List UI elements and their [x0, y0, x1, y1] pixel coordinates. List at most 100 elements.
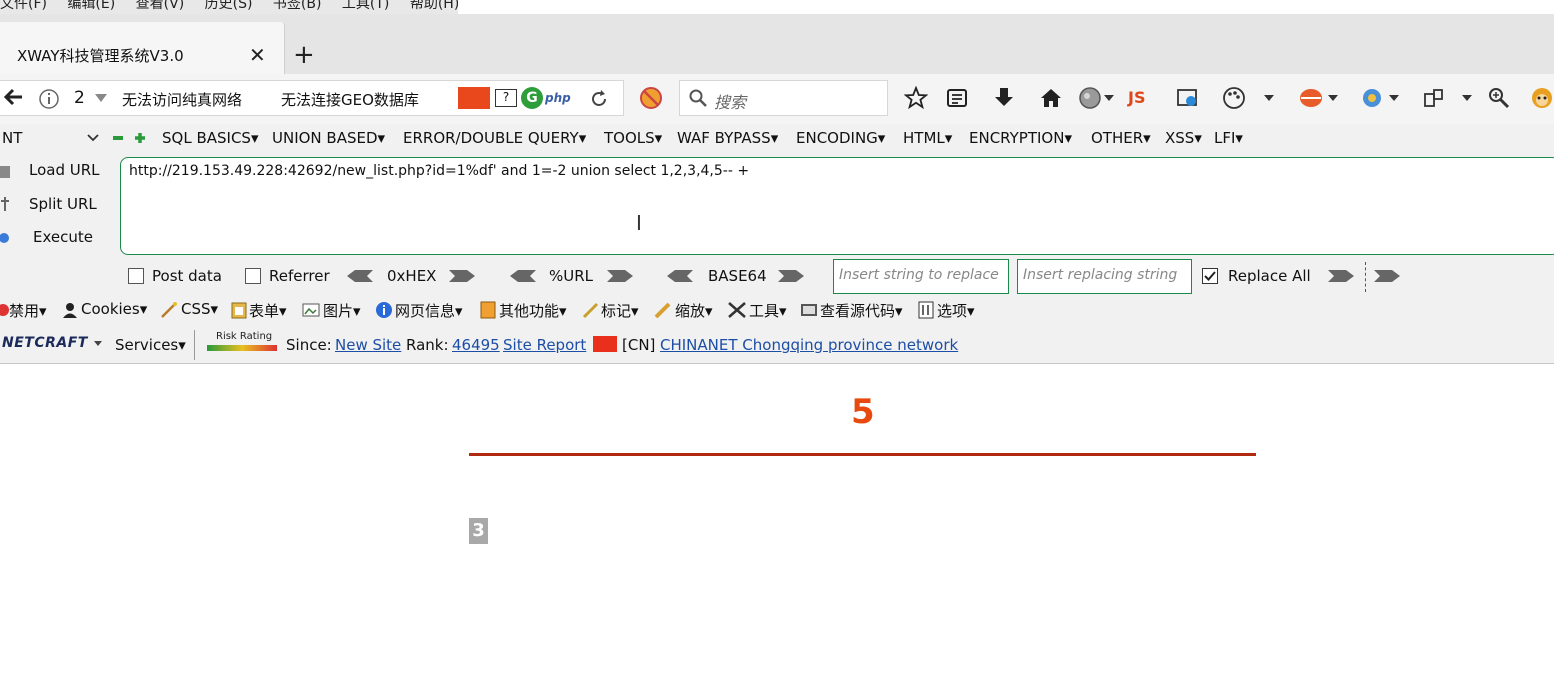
- chameleon-icon[interactable]: [1360, 86, 1386, 110]
- globe-icon[interactable]: [1078, 86, 1102, 110]
- menu-encryption[interactable]: ENCRYPTION▾: [969, 129, 1072, 147]
- url-textarea[interactable]: http://219.153.49.228:42692/new_list.php…: [120, 157, 1554, 255]
- wd-css[interactable]: CSS▾: [181, 300, 218, 318]
- image-tool-icon[interactable]: [1176, 87, 1200, 109]
- menu-edit[interactable]: 编辑(E): [67, 0, 115, 12]
- info-circle-icon: [376, 302, 392, 318]
- menu-other[interactable]: OTHER▾: [1091, 129, 1151, 147]
- dropdown-icon[interactable]: [1462, 95, 1472, 102]
- site-report-link[interactable]: Site Report: [503, 336, 586, 354]
- proxy-status-1: 无法访问纯真网络: [122, 91, 243, 109]
- info-icon[interactable]: [38, 88, 60, 110]
- base64-encode-arrow-icon[interactable]: [776, 268, 806, 284]
- menu-help[interactable]: 帮助(H): [410, 0, 458, 12]
- insert-string-input[interactable]: Insert string to replace: [833, 259, 1009, 294]
- wd-images[interactable]: 图片▾: [323, 300, 361, 321]
- wd-cookies[interactable]: Cookies▾: [81, 300, 147, 318]
- back-arrow-icon[interactable]: [2, 86, 24, 108]
- replacing-string-input[interactable]: Insert replacing string: [1017, 259, 1192, 294]
- dropdown-icon[interactable]: [94, 93, 108, 103]
- menu-waf-bypass[interactable]: WAF BYPASS▾: [677, 129, 778, 147]
- wd-outline[interactable]: 标记▾: [601, 300, 639, 321]
- menu-html[interactable]: HTML▾: [903, 129, 952, 147]
- menu-bar: 文件(F) 编辑(E) 查看(V) 历史(S) 书签(B) 工具(T) 帮助(H…: [0, 0, 458, 14]
- help-icon[interactable]: ?: [495, 89, 517, 107]
- hex-encode-arrow-icon[interactable]: [447, 268, 477, 284]
- replace-all-label: Replace All: [1228, 267, 1311, 285]
- search-input[interactable]: [679, 80, 888, 116]
- js-icon[interactable]: JS: [1128, 88, 1145, 107]
- chevron-down-icon[interactable]: [87, 134, 99, 142]
- block-icon[interactable]: [639, 86, 663, 110]
- menu-history[interactable]: 历史(S): [205, 0, 253, 12]
- menu-error-double-query[interactable]: ERROR/DOUBLE QUERY▾: [403, 129, 586, 147]
- hackbar-select[interactable]: NT: [2, 129, 22, 147]
- wd-resize[interactable]: 缩放▾: [675, 300, 713, 321]
- wd-options[interactable]: 选项▾: [937, 300, 975, 321]
- menu-tools[interactable]: TOOLS▾: [604, 129, 662, 147]
- menu-tools[interactable]: 工具(T): [342, 0, 389, 12]
- monkey-icon[interactable]: [1530, 86, 1554, 110]
- since-label: Since:: [286, 336, 332, 354]
- netcraft-logo[interactable]: NETCRAFT: [2, 335, 88, 351]
- menu-file[interactable]: 文件(F): [0, 0, 47, 12]
- firebug-icon[interactable]: [1298, 85, 1326, 111]
- menu-view[interactable]: 查看(V): [136, 0, 185, 12]
- g-icon[interactable]: G: [521, 87, 543, 109]
- plus-icon[interactable]: [134, 132, 146, 144]
- url-encode-arrow-icon[interactable]: [605, 268, 635, 284]
- reader-icon[interactable]: [946, 87, 968, 109]
- wd-page-info[interactable]: 网页信息▾: [395, 300, 463, 321]
- download-icon[interactable]: [993, 86, 1015, 110]
- source-icon: [801, 304, 817, 316]
- referrer-label: Referrer: [269, 267, 330, 285]
- star-icon[interactable]: [904, 86, 928, 110]
- result-value: 3: [469, 518, 488, 544]
- menu-sql-basics[interactable]: SQL BASICS▾: [162, 129, 258, 147]
- dropdown-icon[interactable]: [94, 341, 102, 347]
- netcraft-services[interactable]: Services▾: [115, 336, 186, 354]
- dropdown-icon[interactable]: [1104, 95, 1114, 102]
- base64-decode-arrow-icon[interactable]: [665, 268, 695, 284]
- dropdown-icon[interactable]: [1264, 95, 1274, 102]
- url-decode-arrow-icon[interactable]: [508, 268, 538, 284]
- reload-icon[interactable]: [589, 89, 609, 109]
- replace-next-arrow-icon[interactable]: [1372, 268, 1402, 284]
- replace-arrow-icon[interactable]: [1326, 268, 1356, 284]
- close-icon[interactable]: ✕: [249, 43, 266, 67]
- palette-icon[interactable]: [1222, 86, 1246, 110]
- wd-forms[interactable]: 表单▾: [249, 300, 287, 321]
- menu-encoding[interactable]: ENCODING▾: [796, 129, 885, 147]
- wd-misc[interactable]: 其他功能▾: [499, 300, 567, 321]
- hex-decode-arrow-icon[interactable]: [345, 268, 375, 284]
- user-icon: [63, 303, 77, 318]
- rank-value-link[interactable]: 46495: [452, 336, 500, 354]
- menu-union-based[interactable]: UNION BASED▾: [272, 129, 385, 147]
- replace-all-checkbox[interactable]: [1202, 268, 1218, 284]
- zoom-icon[interactable]: [1488, 87, 1510, 109]
- risk-rating-bar[interactable]: [207, 345, 277, 351]
- execute-button[interactable]: Execute: [33, 228, 93, 246]
- dropdown-icon[interactable]: [1328, 95, 1338, 102]
- dropdown-icon[interactable]: [1389, 95, 1399, 102]
- network-link[interactable]: CHINANET Chongqing province network: [660, 336, 958, 354]
- minus-icon[interactable]: [112, 132, 124, 144]
- wd-view-source[interactable]: 查看源代码▾: [820, 300, 903, 321]
- new-site-link[interactable]: New Site: [335, 336, 401, 354]
- menu-bookmarks[interactable]: 书签(B): [273, 0, 322, 12]
- php-icon[interactable]: php: [545, 91, 571, 105]
- post-data-checkbox[interactable]: [128, 268, 144, 284]
- china-flag-icon: [593, 336, 617, 352]
- split-url-button[interactable]: Split URL: [29, 195, 97, 213]
- new-tab-icon[interactable]: +: [293, 40, 315, 70]
- wd-disable[interactable]: 禁用▾: [9, 300, 47, 321]
- referrer-checkbox[interactable]: [245, 268, 261, 284]
- container-count[interactable]: 2: [74, 88, 85, 108]
- load-url-button[interactable]: Load URL: [29, 161, 100, 179]
- menu-xss[interactable]: XSS▾: [1165, 129, 1202, 147]
- wd-tools[interactable]: 工具▾: [749, 300, 787, 321]
- menu-lfi[interactable]: LFI▾: [1214, 129, 1243, 147]
- tab-title[interactable]: XWAY科技管理系统V3.0: [17, 45, 184, 66]
- window-icon[interactable]: [1423, 88, 1445, 108]
- home-icon[interactable]: [1040, 87, 1062, 109]
